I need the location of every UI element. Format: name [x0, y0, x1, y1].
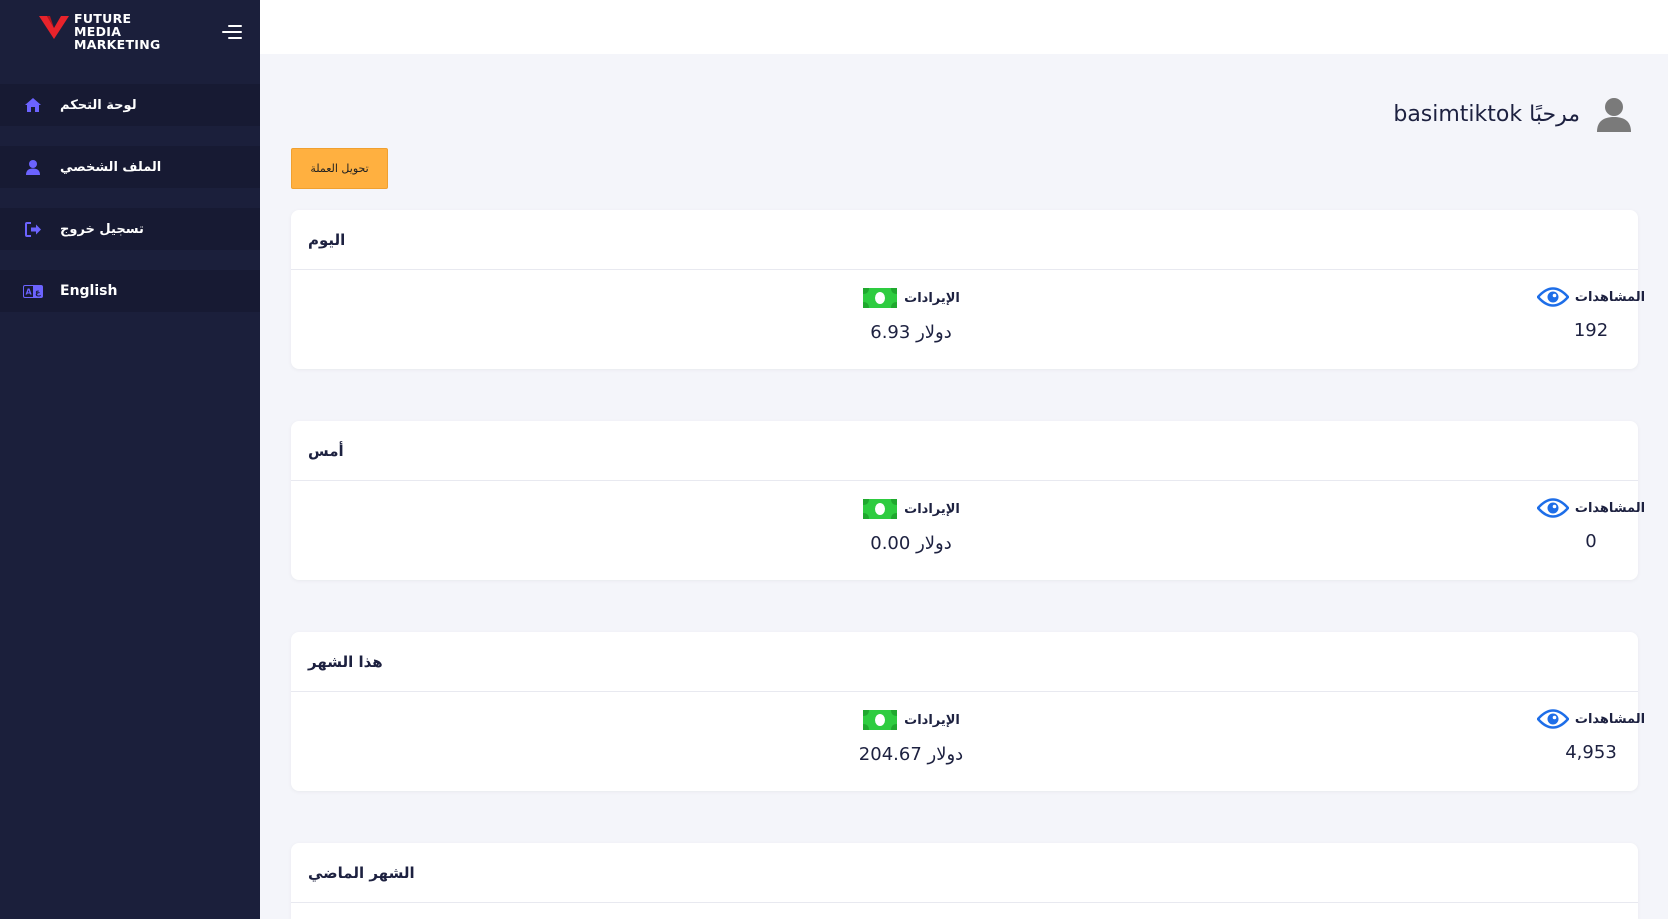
money-icon — [863, 710, 898, 730]
views-label: المشاهدات — [1574, 711, 1646, 727]
revenue-stat: الإيرادات 0.00 دولار — [801, 497, 1021, 554]
card-title: أمس — [291, 421, 1638, 481]
eye-icon — [1536, 709, 1569, 729]
stats-card-yesterday: أمس المشاهدات 0 الإيرادات 0.00 دولار — [291, 421, 1645, 580]
revenue-stat: الإيرادات 6.93 دولار — [801, 286, 1021, 343]
revenue-label: الإيرادات — [904, 712, 960, 728]
card-body: المشاهدات 192 الإيرادات 6.93 دولار — [291, 270, 1645, 369]
brand-logo[interactable]: FUTURE MEDIA MARKETING — [38, 12, 161, 51]
brand-name: FUTURE MEDIA MARKETING — [74, 12, 161, 51]
revenue-stat: الإيرادات 204.67 دولار — [801, 708, 1021, 765]
views-value: 4,953 — [1565, 742, 1617, 763]
logout-icon — [23, 219, 43, 239]
svg-text:ع: ع — [35, 287, 41, 296]
views-stat: المشاهدات 192 — [1481, 286, 1668, 341]
brand-line3: MARKETING — [74, 37, 161, 52]
sidebar-item-label: تسجيل خروج — [60, 221, 144, 237]
card-body: المشاهدات 0 الإيرادات 0.00 دولار — [291, 481, 1645, 580]
sidebar-item-label: English — [60, 283, 118, 299]
views-value: 192 — [1573, 320, 1609, 341]
revenue-value: 6.93 دولار — [870, 322, 952, 343]
views-stat: المشاهدات 4,953 — [1481, 708, 1668, 763]
revenue-label: الإيرادات — [904, 290, 960, 306]
svg-text:A: A — [26, 287, 33, 296]
card-body: المشاهدات 4,953 الإيرادات 204.67 دولار — [291, 692, 1645, 791]
sidebar-item-logout[interactable]: تسجيل خروج — [0, 208, 260, 250]
views-stat: المشاهدات 0 — [1481, 497, 1668, 552]
avatar-icon[interactable] — [1594, 94, 1634, 134]
card-title: هذا الشهر — [291, 632, 1638, 692]
revenue-label: الإيرادات — [904, 501, 960, 517]
top-bar — [260, 0, 1668, 54]
user-greeting: مرحبًا basimtiktok — [1393, 94, 1634, 134]
views-label: المشاهدات — [1574, 500, 1646, 516]
sidebar-item-language[interactable]: Aع English — [0, 270, 260, 312]
eye-icon — [1536, 287, 1569, 307]
revenue-value: 0.00 دولار — [870, 533, 952, 554]
stats-card-today: اليوم المشاهدات 192 الإيرادات 6.93 دولار — [291, 210, 1645, 369]
sidebar-item-label: الملف الشخصي — [60, 159, 162, 175]
card-title: الشهر الماضي — [291, 843, 1638, 903]
money-icon — [863, 288, 898, 308]
eye-icon — [1536, 498, 1569, 518]
views-label: المشاهدات — [1574, 289, 1646, 305]
card-title: اليوم — [291, 210, 1638, 270]
brand-logo-icon — [39, 16, 69, 39]
username: basimtiktok — [1393, 101, 1523, 127]
convert-currency-button[interactable]: تحويل العملة — [291, 148, 388, 189]
sidebar-item-label: لوحة التحكم — [60, 97, 137, 113]
sidebar-nav: لوحة التحكم الملف الشخصي تسجيل خروج Aع E… — [0, 84, 260, 332]
views-value: 0 — [1585, 531, 1597, 552]
language-icon: Aع — [23, 281, 43, 301]
greeting-prefix: مرحبًا — [1529, 101, 1580, 127]
stats-card-this-month: هذا الشهر المشاهدات 4,953 الإيرادات 204.… — [291, 632, 1645, 791]
user-icon — [23, 157, 43, 177]
revenue-value: 204.67 دولار — [858, 744, 964, 765]
home-icon — [23, 95, 43, 115]
money-icon — [863, 499, 898, 519]
sidebar-item-dashboard[interactable]: لوحة التحكم — [0, 84, 260, 126]
menu-toggle-icon[interactable] — [220, 22, 242, 40]
sidebar: FUTURE MEDIA MARKETING لوحة التحكم الملف… — [0, 0, 260, 919]
stats-card-last-month: الشهر الماضي — [291, 843, 1638, 919]
sidebar-item-profile[interactable]: الملف الشخصي — [0, 146, 260, 188]
